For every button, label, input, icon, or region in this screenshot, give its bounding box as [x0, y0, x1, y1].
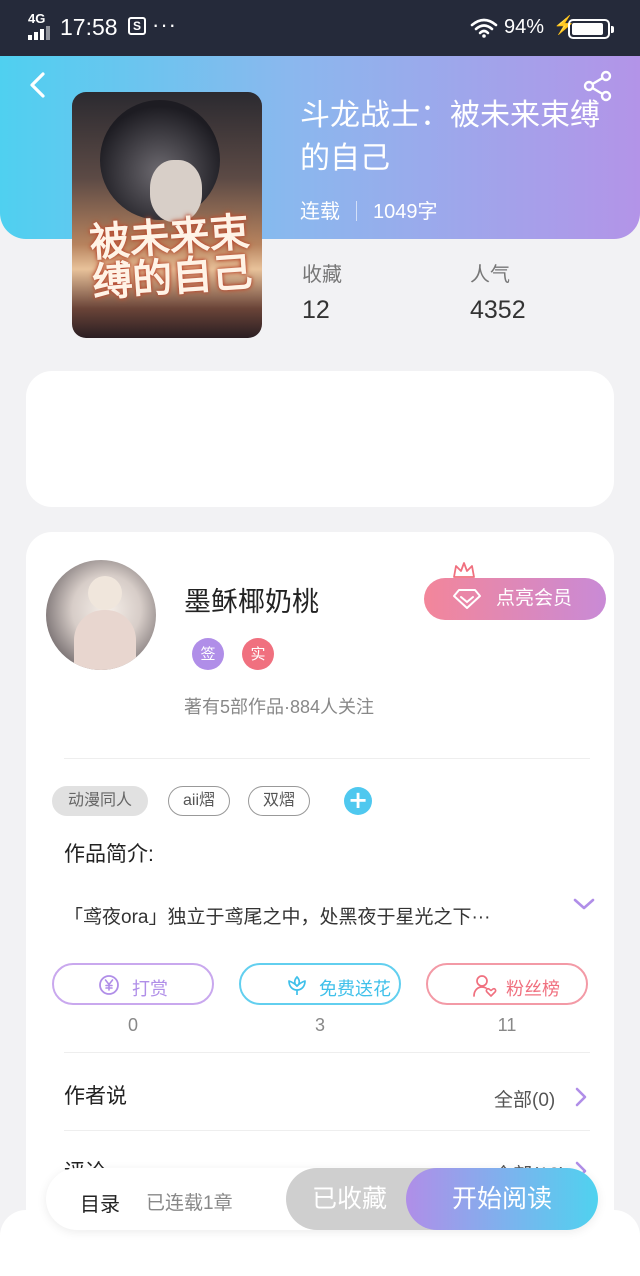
popularity-count: 4352: [470, 296, 526, 324]
popularity-label: 人气: [470, 264, 510, 286]
network-type: 4G: [28, 11, 46, 26]
tip-button[interactable]: 打赏: [52, 963, 214, 1005]
activate-vip-button[interactable]: 点亮会员: [424, 578, 606, 620]
author-says-heading: 作者说: [64, 1085, 127, 1108]
intro-heading: 作品简介:: [64, 843, 154, 866]
author-name[interactable]: 墨稣椰奶桃: [184, 580, 319, 619]
more-notifications: ···: [152, 12, 177, 37]
intro-text[interactable]: 「鸢夜ora」独立于鸢尾之中，处黑夜于星光之下···: [64, 902, 564, 929]
book-status: 连载: [300, 201, 340, 223]
verified-badge: 实: [242, 638, 274, 670]
author-says-all-link[interactable]: 全部(0): [494, 1085, 555, 1112]
add-tag-button[interactable]: +: [344, 787, 372, 815]
send-flower-button[interactable]: 免费送花: [239, 963, 401, 1005]
catalog-button[interactable]: 目录: [80, 1188, 120, 1217]
favorites-label: 收藏: [302, 264, 342, 286]
activate-vip-label: 点亮会员: [496, 588, 573, 609]
tip-label: 打赏: [132, 979, 168, 999]
flower-count: 3: [314, 1015, 325, 1035]
start-reading-button[interactable]: 开始阅读: [406, 1168, 598, 1230]
status-bar: 4G 17:58 S ··· 94% ⚡: [0, 0, 640, 56]
divider: [64, 758, 590, 759]
tip-count: 0: [127, 1015, 138, 1035]
fan-ranking-label: 粉丝榜: [506, 979, 560, 999]
crown-icon: [453, 562, 475, 578]
chapter-count[interactable]: 已连载1章: [146, 1188, 233, 1215]
empty-card: [26, 371, 614, 507]
divider: [64, 1130, 590, 1131]
signed-badge: 签: [192, 638, 224, 670]
battery-icon: [568, 19, 614, 39]
diamond-icon: [453, 589, 481, 609]
avatar-figure-body: [74, 610, 136, 670]
expand-chevron-icon[interactable]: [572, 896, 596, 912]
fan-heart-icon: [473, 975, 497, 997]
tag-aii[interactable]: aii熠: [168, 786, 230, 816]
app-notification-icon: S: [128, 17, 146, 35]
tag-shuangyi[interactable]: 双熠: [248, 786, 310, 816]
yen-coin-icon: [99, 975, 119, 995]
chevron-right-icon[interactable]: [574, 1086, 588, 1108]
meta-divider: [356, 201, 357, 221]
back-arrow-icon[interactable]: [24, 70, 54, 100]
flower-icon: [288, 975, 306, 995]
avatar-figure-head: [88, 576, 122, 610]
clock: 17:58: [60, 14, 118, 40]
book-meta: 连载 1049字: [300, 195, 438, 224]
author-avatar[interactable]: [46, 560, 156, 670]
battery-percent: 94%: [504, 16, 545, 38]
author-summary: 著有5部作品·884人关注: [184, 697, 375, 717]
cover-title-art: 被未来束缚的自己: [88, 208, 254, 307]
signal-icon: [28, 26, 54, 40]
favorites-count: 12: [302, 296, 330, 324]
book-cover[interactable]: 被未来束缚的自己: [72, 92, 262, 338]
book-word-count: 1049字: [373, 201, 438, 223]
send-flower-label: 免费送花: [319, 979, 391, 999]
fan-ranking-button[interactable]: 粉丝榜: [426, 963, 588, 1005]
divider: [64, 1052, 590, 1053]
wifi-icon: [470, 18, 498, 38]
book-title: 斗龙战士：被未来束缚的自己: [300, 99, 600, 175]
fan-count: 11: [497, 1015, 517, 1035]
tag-anime-fanfic[interactable]: 动漫同人: [52, 786, 148, 816]
